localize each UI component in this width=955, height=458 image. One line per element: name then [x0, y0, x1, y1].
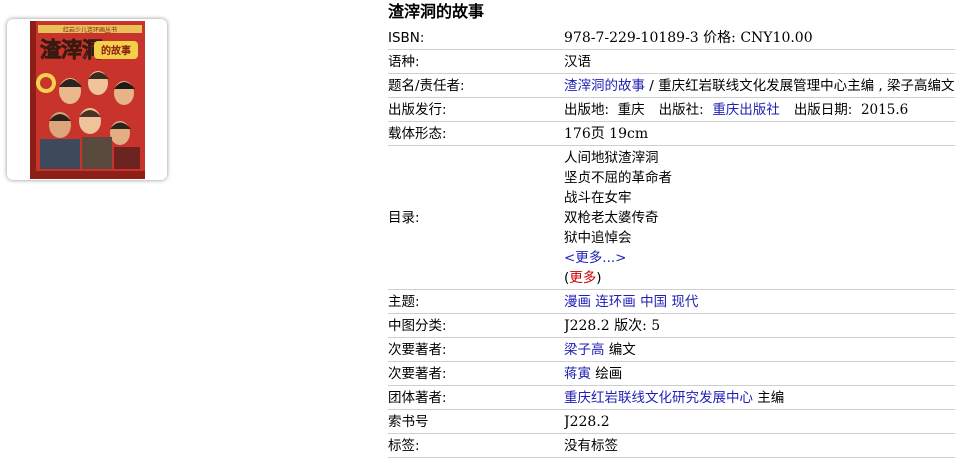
row-clc: 中图分类: J228.2 版次: 5 [388, 314, 955, 338]
pub-date-value: 2015.6 [860, 102, 909, 118]
toc-item: 狱中追悼会 [564, 230, 632, 246]
title-link[interactable]: 渣滓洞的故事 [564, 78, 645, 94]
secondary-author-link[interactable]: 蒋寅 [564, 366, 591, 382]
label-publication: 出版发行: [388, 101, 447, 118]
cover-title-text: 渣滓洞 [40, 38, 103, 62]
subject-link[interactable]: 连环画 [595, 294, 636, 310]
row-toc: 目录: 人间地狱渣滓洞 坚贞不屈的革命者 战斗在女牢 双枪老太婆传奇 狱中追悼会… [388, 146, 955, 290]
publisher-link[interactable]: 重庆出版社 [712, 102, 780, 118]
toc-more-link[interactable]: <更多...> [564, 250, 627, 266]
label-call-number: 索书号 [388, 413, 429, 430]
secondary-author-link[interactable]: 梁子高 [564, 342, 605, 358]
physical-value: 176页 19cm [564, 126, 649, 142]
record-details: ISBN: 978-7-229-10189-3 价格: CNY10.00 语种:… [388, 26, 955, 458]
row-title-responsibility: 题名/责任者: 渣滓洞的故事 / 重庆红岩联线文化发展管理中心主编 , 梁子高编… [388, 74, 955, 98]
secondary-author-role: 绘画 [591, 366, 623, 382]
label-tags: 标签: [388, 437, 420, 454]
toc-more-close-paren: ) [596, 270, 602, 286]
label-physical: 载体形态: [388, 125, 447, 142]
title-responsibility-text: / 重庆红岩联线文化发展管理中心主编 , 梁子高编文 [645, 78, 955, 94]
corporate-author-role: 主编 [753, 390, 785, 406]
toc-more-button[interactable]: 更多 [569, 270, 596, 286]
toc-item: 坚贞不屈的革命者 [564, 170, 672, 186]
toc-item: 人间地狱渣滓洞 [564, 150, 659, 166]
subject-link[interactable]: 中国 [640, 294, 667, 310]
pub-place-label: 出版地: [564, 102, 610, 118]
subject-link[interactable]: 现代 [671, 294, 698, 310]
row-publication: 出版发行: 出版地: 重庆 出版社: 重庆出版社 出版日期: 2015.6 [388, 98, 955, 122]
label-subject: 主题: [388, 293, 420, 310]
row-physical: 载体形态: 176页 19cm [388, 122, 955, 146]
label-isbn: ISBN: [388, 29, 425, 46]
subject-link[interactable]: 漫画 [564, 294, 591, 310]
pub-place-value: 重庆 [617, 102, 645, 118]
row-call-number: 索书号 J228.2 [388, 410, 955, 434]
label-language: 语种: [388, 53, 420, 70]
book-cover[interactable]: 红岩少儿连环画丛书 渣滓洞 的故事 [7, 19, 167, 180]
row-language: 语种: 汉语 [388, 50, 955, 74]
row-isbn: ISBN: 978-7-229-10189-3 价格: CNY10.00 [388, 26, 955, 50]
cover-series-text: 红岩少儿连环画丛书 [63, 26, 117, 34]
book-cover-image: 红岩少儿连环画丛书 渣滓洞 的故事 [30, 21, 145, 179]
label-secondary-author: 次要著者: [388, 365, 447, 382]
clc-value: J228.2 版次: 5 [564, 318, 661, 334]
label-secondary-author: 次要著者: [388, 341, 447, 358]
publisher-label: 出版社: [658, 102, 704, 118]
label-toc: 目录: [388, 209, 420, 226]
row-subject: 主题: 漫画 连环画 中国 现代 [388, 290, 955, 314]
row-secondary-author-1: 次要著者: 梁子高 编文 [388, 338, 955, 362]
toc-item: 战斗在女牢 [564, 190, 632, 206]
isbn-value: 978-7-229-10189-3 价格: CNY10.00 [564, 30, 813, 46]
corporate-author-link[interactable]: 重庆红岩联线文化研究发展中心 [564, 390, 753, 406]
row-corporate-author: 团体著者: 重庆红岩联线文化研究发展中心 主编 [388, 386, 955, 410]
cover-subtitle-text: 的故事 [101, 44, 131, 57]
language-value: 汉语 [564, 54, 591, 70]
book-title: 渣滓洞的故事 [388, 2, 485, 21]
label-title-responsibility: 题名/责任者: [388, 77, 465, 94]
toc-item: 双枪老太婆传奇 [564, 210, 659, 226]
label-clc: 中图分类: [388, 317, 447, 334]
pub-date-label: 出版日期: [793, 102, 853, 118]
tags-value: 没有标签 [564, 438, 618, 454]
label-corporate-author: 团体著者: [388, 389, 447, 406]
row-tags: 标签: 没有标签 [388, 434, 955, 458]
call-number-value: J228.2 [564, 414, 610, 430]
row-secondary-author-2: 次要著者: 蒋寅 绘画 [388, 362, 955, 386]
secondary-author-role: 编文 [604, 342, 636, 358]
